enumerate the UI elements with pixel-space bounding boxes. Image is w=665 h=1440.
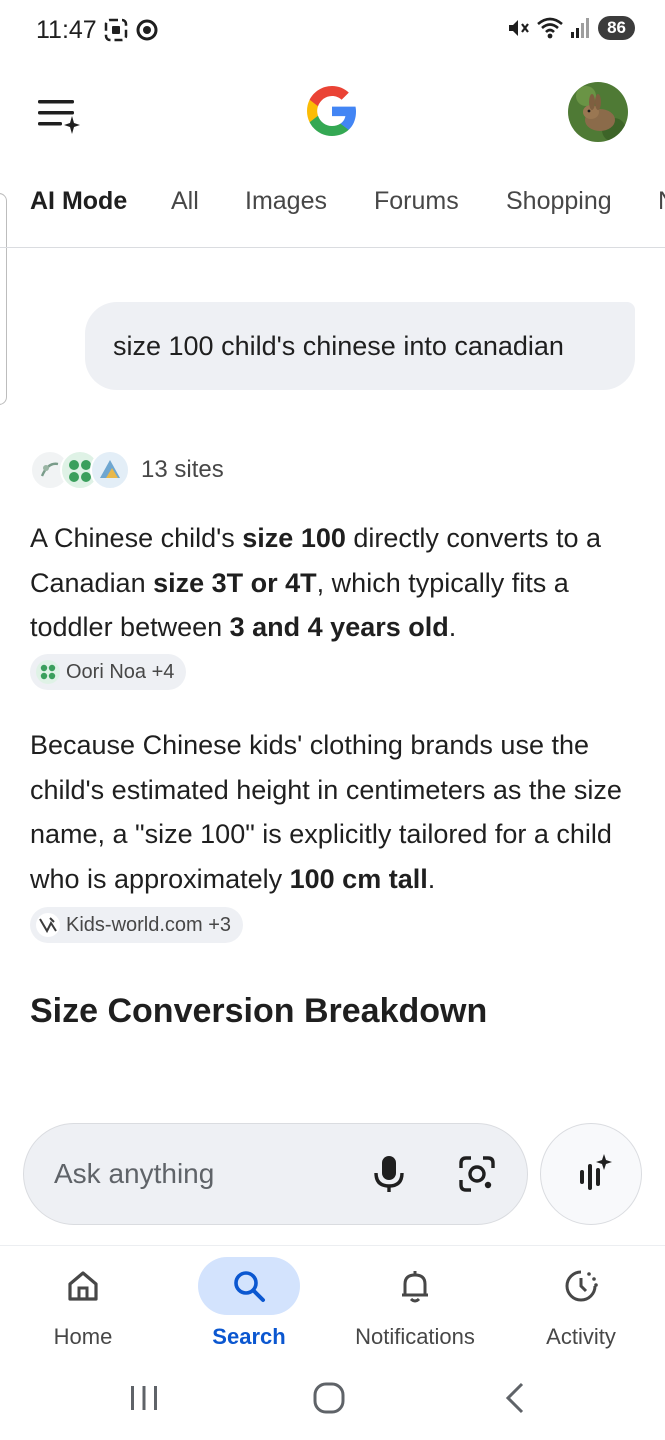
user-query-bubble: size 100 child's chinese into canadian [85, 302, 635, 390]
answer-bold: 3 and 4 years old [229, 612, 449, 642]
tab-ai-mode[interactable]: AI Mode [30, 187, 127, 216]
tab-all[interactable]: All [171, 187, 199, 216]
rabbit-avatar-image [568, 82, 628, 142]
screenshot-icon [104, 18, 128, 42]
signal-icon [571, 18, 590, 38]
oori-noa-favicon-icon [36, 660, 60, 684]
answer-bold: 100 cm tall [289, 863, 428, 894]
nav-notifications-label: Notifications [355, 1324, 475, 1349]
section-title: Size Conversion Breakdown [30, 992, 488, 1030]
search-icon [234, 1271, 265, 1302]
recent-apps-icon[interactable] [124, 1378, 164, 1418]
source-favicons [30, 448, 134, 492]
ai-voice-sparkle-icon [580, 1154, 612, 1190]
nav-activity-label: Activity [546, 1324, 616, 1349]
google-lens-icon[interactable] [457, 1154, 497, 1194]
nav-activity-icon-wrap [530, 1257, 632, 1315]
kids-world-favicon-icon [36, 912, 60, 937]
answer-text: . [448, 612, 457, 642]
wifi-icon [537, 17, 563, 39]
status-time: 11:47 [36, 16, 97, 44]
battery-indicator: 86 [598, 16, 635, 40]
status-left-icons [103, 17, 159, 43]
nav-home[interactable]: Home [0, 1246, 166, 1361]
citation-chip-wrap: Oori Noa +4 [30, 654, 187, 690]
ask-bar[interactable]: Ask anything [23, 1123, 528, 1225]
avatar[interactable] [568, 82, 628, 142]
status-right-icons: 86 [506, 16, 635, 40]
tab-news[interactable]: N [658, 187, 665, 216]
mute-icon [509, 20, 529, 36]
activity-icon [565, 1270, 598, 1302]
ask-input-placeholder[interactable]: Ask anything [54, 1158, 214, 1190]
nav-notifications-icon-wrap [364, 1257, 466, 1315]
citation-chip-label: Kids-world.com +3 [66, 913, 232, 936]
nav-search-icon-wrap [198, 1257, 300, 1315]
answer-bold: size 3T or 4T [153, 567, 317, 598]
bottom-navigation: Home Search Notifications Activity [0, 1245, 665, 1360]
nav-activity[interactable]: Activity [498, 1246, 664, 1361]
source-favicon-3 [90, 450, 130, 490]
answer-paragraph-1: A Chinese child's size 100 directly conv… [30, 516, 640, 650]
sources-row[interactable]: 13 sites [30, 448, 224, 492]
answer-text: . [427, 863, 436, 894]
answer-paragraph-2: Because Chinese kids' clothing brands us… [30, 723, 640, 946]
nav-home-label: Home [53, 1324, 113, 1349]
tab-images[interactable]: Images [245, 187, 327, 216]
record-icon [136, 19, 158, 41]
back-icon[interactable] [496, 1378, 536, 1418]
answer-bold: size 100 [242, 523, 346, 553]
system-navigation [0, 1360, 665, 1440]
ai-voice-button[interactable] [540, 1123, 642, 1225]
tab-shopping[interactable]: Shopping [506, 187, 612, 216]
answer-text: A Chinese child's [30, 523, 243, 553]
home-system-icon[interactable] [309, 1378, 349, 1418]
nav-search[interactable]: Search [166, 1246, 332, 1361]
citation-chip-oori-noa[interactable]: Oori Noa +4 [30, 654, 187, 690]
citation-chip-label: Oori Noa +4 [66, 661, 175, 683]
menu-sparkle-icon[interactable] [34, 92, 84, 138]
search-tabs: AI Mode All Images Forums Shopping N [0, 170, 665, 248]
user-query-text: size 100 child's chinese into canadian [113, 330, 564, 361]
nav-search-label: Search [212, 1324, 286, 1349]
google-logo[interactable] [304, 83, 360, 139]
sources-count: 13 sites [141, 456, 224, 483]
nav-home-icon-wrap [32, 1257, 134, 1315]
home-icon [68, 1271, 98, 1301]
microphone-icon[interactable] [371, 1154, 407, 1194]
bell-icon [402, 1271, 428, 1303]
tab-forums[interactable]: Forums [374, 187, 459, 216]
citation-chip-kids-world[interactable]: Kids-world.com +3 [30, 906, 244, 943]
status-bar: 11:47 86 [0, 0, 665, 64]
nav-notifications[interactable]: Notifications [332, 1246, 498, 1361]
app-header [0, 70, 665, 160]
